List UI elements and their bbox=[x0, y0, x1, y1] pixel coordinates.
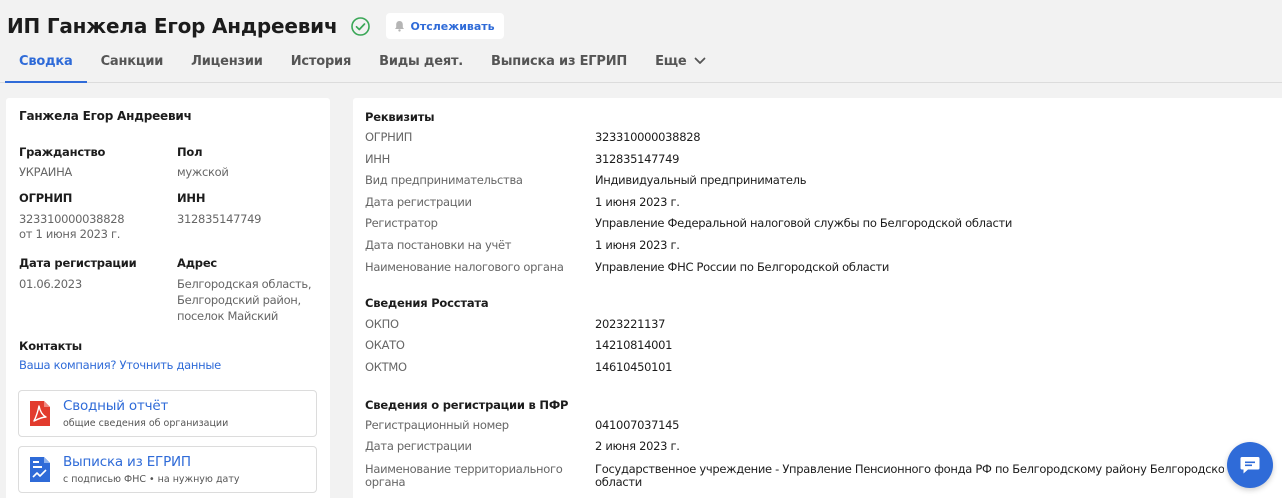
ogrnip-label: ОГРНИП bbox=[19, 191, 73, 205]
check-circle-icon bbox=[350, 16, 370, 36]
citizenship-label: Гражданство bbox=[19, 145, 106, 159]
report-title: Выписка из ЕГРИП bbox=[63, 454, 191, 470]
detail-key: Наименование налогового органа bbox=[365, 260, 564, 274]
requisites-heading: Реквизиты bbox=[365, 110, 435, 124]
summary-report-card[interactable]: Сводный отчёт общие сведения об организа… bbox=[18, 390, 317, 437]
address-line: Белгородская область, bbox=[177, 277, 312, 291]
detail-value: области bbox=[595, 475, 642, 489]
tab-egrip-extract[interactable]: Выписка из ЕГРИП bbox=[477, 50, 641, 83]
report-title: Сводный отчёт bbox=[63, 398, 169, 414]
detail-key: Регистрационный номер bbox=[365, 418, 509, 432]
detail-key: Дата постановки на учёт bbox=[365, 238, 512, 252]
detail-key: Дата регистрации bbox=[365, 439, 472, 453]
page-title: ИП Ганжела Егор Андреевич bbox=[7, 14, 338, 38]
follow-button[interactable]: Отслеживать bbox=[385, 13, 504, 39]
sex-label: Пол bbox=[177, 145, 203, 159]
detail-value: Индивидуальный предприниматель bbox=[595, 173, 807, 187]
chat-icon bbox=[1240, 457, 1260, 474]
detail-key: ОКПО bbox=[365, 317, 399, 331]
chevron-down-icon bbox=[694, 57, 705, 64]
ogrnip-value: 323310000038828 bbox=[19, 212, 125, 226]
tab-label: Выписка из ЕГРИП bbox=[491, 54, 628, 69]
detail-value: 041007037145 bbox=[595, 418, 680, 432]
detail-key: Регистратор bbox=[365, 216, 438, 230]
detail-value: Государственное учреждение - Управление … bbox=[595, 462, 1224, 476]
chat-button[interactable] bbox=[1227, 442, 1273, 488]
detail-key: Дата регистрации bbox=[365, 195, 472, 209]
tab-sanctions[interactable]: Санкции bbox=[87, 50, 178, 83]
detail-value: Управление Федеральной налоговой службы … bbox=[595, 216, 1013, 230]
ogrnip-date: от 1 июня 2023 г. bbox=[19, 227, 121, 241]
sex-value: мужской bbox=[177, 165, 229, 179]
detail-key: Вид предпринимательства bbox=[365, 173, 523, 187]
follow-label: Отслеживать bbox=[410, 19, 495, 33]
contacts-label: Контакты bbox=[19, 339, 82, 353]
detail-value: 312835147749 bbox=[595, 152, 680, 166]
tab-activities[interactable]: Виды деят. bbox=[365, 50, 477, 83]
egrip-extract-card[interactable]: Выписка из ЕГРИП с подписью ФНС • на нуж… bbox=[18, 446, 317, 493]
tab-bar: Сводка Санкции Лицензии История Виды дея… bbox=[5, 50, 720, 83]
tab-label: История bbox=[290, 54, 352, 69]
pfr-heading: Сведения о регистрации в ПФР bbox=[365, 398, 569, 412]
detail-value: 14610450101 bbox=[595, 360, 673, 374]
detail-key: Наименование территориального bbox=[365, 462, 563, 476]
detail-value: 323310000038828 bbox=[595, 130, 701, 144]
address-line: поселок Майский bbox=[177, 309, 279, 323]
tab-label: Еще bbox=[655, 54, 687, 69]
citizenship-value: УКРАИНА bbox=[19, 165, 72, 179]
detail-value: Управление ФНС России по Белгородской об… bbox=[595, 260, 890, 274]
document-chart-icon bbox=[30, 457, 50, 482]
detail-value: 2023221137 bbox=[595, 317, 666, 331]
detail-value: 1 июня 2023 г. bbox=[595, 195, 680, 209]
tab-history[interactable]: История bbox=[277, 50, 365, 83]
tab-label: Санкции bbox=[100, 54, 164, 69]
summary-card: Ганжела Егор Андреевич Гражданство УКРАИ… bbox=[6, 98, 330, 498]
rosstat-heading: Сведения Росстата bbox=[365, 296, 489, 310]
tab-label: Виды деят. bbox=[379, 54, 464, 69]
address-label: Адрес bbox=[177, 256, 218, 270]
details-card: Реквизиты ОГРНИП 323310000038828 ИНН 312… bbox=[353, 98, 1282, 498]
tab-licenses[interactable]: Лицензии bbox=[177, 50, 277, 83]
inn-value: 312835147749 bbox=[177, 212, 262, 226]
report-subtitle: общие сведения об организации bbox=[63, 418, 229, 429]
tab-label: Лицензии bbox=[191, 54, 263, 69]
pdf-icon bbox=[30, 401, 50, 426]
detail-value: 14210814001 bbox=[595, 338, 673, 352]
detail-key: ОКАТО bbox=[365, 338, 405, 352]
inn-label: ИНН bbox=[177, 191, 206, 205]
detail-key: ОГРНИП bbox=[365, 130, 413, 144]
tab-summary[interactable]: Сводка bbox=[5, 50, 87, 83]
detail-value: 2 июня 2023 г. bbox=[595, 439, 680, 453]
bell-icon bbox=[394, 21, 404, 32]
page-header: ИП Ганжела Егор Андреевич Отслеживать Св… bbox=[0, 0, 1282, 83]
detail-key: органа bbox=[365, 475, 406, 489]
clarify-data-link[interactable]: Ваша компания? Уточнить данные bbox=[19, 358, 221, 372]
address-line: Белгородский район, bbox=[177, 293, 301, 307]
detail-value: 1 июня 2023 г. bbox=[595, 238, 680, 252]
detail-key: ОКТМО bbox=[365, 360, 407, 374]
detail-key: ИНН bbox=[365, 152, 390, 166]
person-name: Ганжела Егор Андреевич bbox=[19, 109, 192, 123]
regdate-value: 01.06.2023 bbox=[19, 277, 82, 291]
regdate-label: Дата регистрации bbox=[19, 256, 137, 270]
title-row: ИП Ганжела Егор Андреевич Отслеживать bbox=[7, 11, 504, 41]
tab-more[interactable]: Еще bbox=[641, 50, 719, 83]
tab-label: Сводка bbox=[19, 54, 73, 69]
report-subtitle: с подписью ФНС • на нужную дату bbox=[63, 474, 240, 485]
